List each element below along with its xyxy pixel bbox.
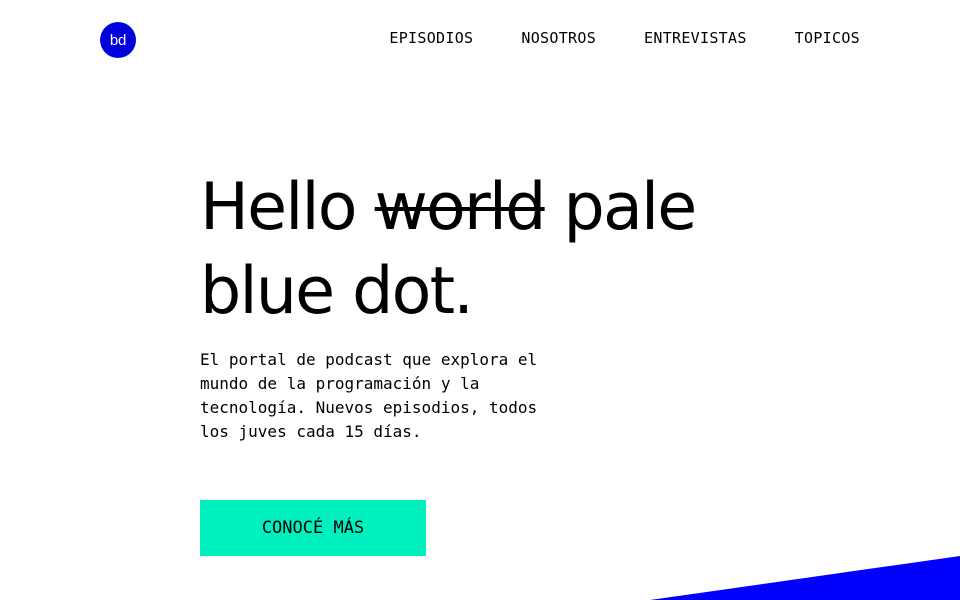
hero-title-line2: blue dot. bbox=[200, 254, 474, 329]
hero-title-struck-word: world bbox=[374, 170, 547, 245]
nav-item-entrevistas[interactable]: ENTREVISTAS bbox=[644, 29, 747, 47]
nav-item-topicos[interactable]: TOPICOS bbox=[795, 29, 860, 47]
nav-item-nosotros[interactable]: NOSOTROS bbox=[521, 29, 596, 47]
conoce-mas-button[interactable]: CONOCÉ MÁS bbox=[200, 500, 426, 556]
logo-text: bd bbox=[109, 31, 127, 49]
nav-item-episodios[interactable]: EPISODIOS bbox=[389, 29, 473, 47]
logo[interactable]: bd bbox=[100, 22, 136, 58]
hero-title: Hello world pale blue dot. bbox=[200, 166, 698, 334]
hero-description: El portal de podcast que explora el mund… bbox=[200, 350, 538, 441]
hero-title-prefix: Hello bbox=[200, 170, 358, 245]
hero-title-suffix: pale bbox=[563, 170, 698, 245]
main-nav: EPISODIOS NOSOTROS ENTREVISTAS TOPICOS bbox=[389, 29, 860, 47]
cta-label: CONOCÉ MÁS bbox=[261, 518, 365, 538]
blue-triangle bbox=[650, 556, 960, 600]
